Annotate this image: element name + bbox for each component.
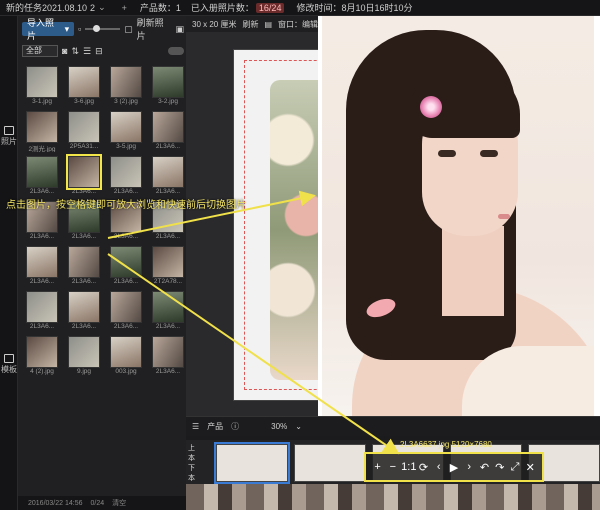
callout-arrows <box>107 190 400 455</box>
arrow-to-controls <box>107 253 400 455</box>
arrow-to-preview <box>107 190 316 239</box>
